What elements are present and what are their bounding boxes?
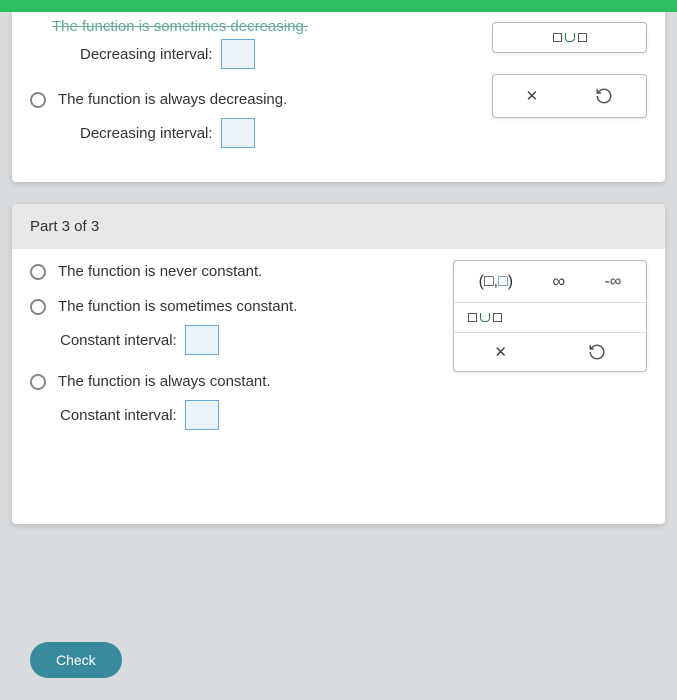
always-constant-label: The function is always constant. [58, 373, 271, 390]
decreasing-interval-1-input[interactable] [221, 39, 255, 69]
top-green-bar [0, 0, 677, 12]
part2-toolbar-1 [492, 22, 647, 53]
clear-icon[interactable]: ✕ [494, 343, 507, 361]
part3-toolbar: (□,□) ∞ -∞ ✕ [453, 260, 647, 372]
reset-icon[interactable] [595, 87, 613, 105]
reset-icon[interactable] [588, 343, 606, 361]
decreasing-interval-2-input[interactable] [221, 118, 255, 148]
constant-interval-1-label: Constant interval: [60, 332, 177, 349]
constant-interval-2-row: Constant interval: [60, 400, 647, 430]
clear-icon[interactable]: ✕ [526, 87, 539, 105]
constant-interval-2-input[interactable] [185, 400, 219, 430]
neg-infinity-button[interactable]: -∞ [605, 273, 622, 291]
never-constant-label: The function is never constant. [58, 263, 262, 280]
check-button[interactable]: Check [30, 642, 122, 678]
part3-header: Part 3 of 3 [12, 204, 665, 249]
radio-icon [30, 92, 46, 108]
decreasing-interval-2-label: Decreasing interval: [80, 125, 213, 142]
part2-card: The function is sometimes decreasing. De… [12, 12, 665, 182]
union-icon[interactable] [468, 313, 502, 322]
union-icon[interactable] [553, 33, 587, 42]
ordered-pair-button[interactable]: (□,□) [479, 273, 513, 291]
infinity-button[interactable]: ∞ [552, 271, 565, 292]
decreasing-interval-2-row: Decreasing interval: [80, 118, 647, 148]
decreasing-interval-1-label: Decreasing interval: [80, 46, 213, 63]
part2-toolbar-2: ✕ [492, 74, 647, 118]
radio-icon [30, 299, 46, 315]
always-decreasing-label: The function is always decreasing. [58, 91, 287, 108]
part3-card: Part 3 of 3 The function is never consta… [12, 204, 665, 524]
constant-interval-2-label: Constant interval: [60, 407, 177, 424]
constant-interval-1-input[interactable] [185, 325, 219, 355]
radio-icon [30, 264, 46, 280]
option-always-constant[interactable]: The function is always constant. [30, 373, 647, 390]
radio-icon [30, 374, 46, 390]
sometimes-constant-label: The function is sometimes constant. [58, 298, 297, 315]
